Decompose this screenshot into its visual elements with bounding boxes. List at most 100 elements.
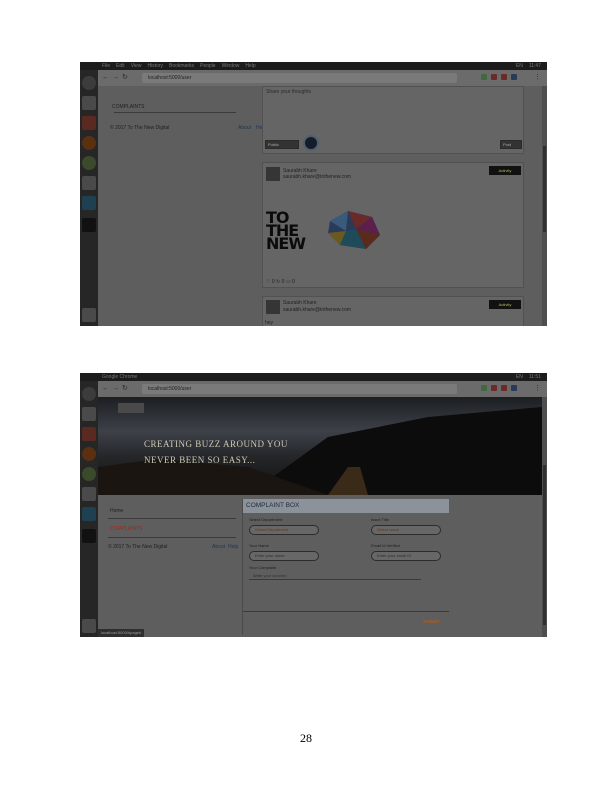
screenshot-complaint-box: Google Chrome EN 11:51 ← → ↻ localhost:50… bbox=[80, 373, 547, 637]
about-link[interactable]: About bbox=[238, 125, 251, 131]
firefox-icon[interactable] bbox=[82, 136, 96, 150]
activity-button[interactable]: Activity bbox=[489, 166, 521, 175]
window-title: Google Chrome bbox=[102, 374, 138, 380]
back-icon[interactable]: ← bbox=[102, 72, 109, 84]
browser-toolbar: ← → ↻ localhost:5000/user ⋮ bbox=[98, 70, 547, 86]
geometric-logo-icon bbox=[328, 211, 380, 249]
dash-icon[interactable] bbox=[82, 76, 96, 90]
dash-icon[interactable] bbox=[82, 387, 96, 401]
comment-icon[interactable]: ▭ bbox=[286, 279, 291, 285]
forward-icon[interactable]: → bbox=[112, 383, 119, 395]
complaint-label: Your Complaint bbox=[249, 565, 277, 570]
menu-icon[interactable]: ⋮ bbox=[534, 72, 541, 84]
browser-toolbar: ← → ↻ localhost:5000/user ⋮ bbox=[98, 381, 547, 397]
extension-icon[interactable] bbox=[491, 74, 497, 80]
post-email: saurabh.khare@tothenew.com bbox=[283, 174, 351, 180]
avatar bbox=[266, 167, 280, 181]
menu-icon[interactable]: ⋮ bbox=[534, 383, 541, 395]
sidebar-section-title: COMPLAINTS bbox=[110, 526, 143, 532]
share-thoughts-input[interactable]: Share your thoughts bbox=[266, 89, 311, 95]
logo-line: NEW bbox=[266, 234, 306, 253]
webstorm-icon[interactable] bbox=[82, 507, 96, 521]
extension-icon[interactable] bbox=[481, 74, 487, 80]
address-bar[interactable]: localhost:5000/user bbox=[142, 73, 457, 83]
settings-icon[interactable] bbox=[82, 176, 96, 190]
department-select[interactable]: Select Department bbox=[249, 525, 319, 535]
name-input[interactable]: Enter your name bbox=[249, 551, 319, 561]
extension-icon[interactable] bbox=[501, 74, 507, 80]
complaint-textarea[interactable]: Write your concern bbox=[253, 573, 287, 578]
reload-icon[interactable]: ↻ bbox=[122, 72, 128, 84]
hero-tagline: NEVER BEEN SO EASY... bbox=[144, 455, 256, 465]
email-label: Email Id Verified bbox=[371, 543, 400, 548]
scrollbar-thumb[interactable] bbox=[543, 465, 546, 625]
system-menu-bar: File Edit View History Bookmarks People Window… bbox=[80, 62, 547, 70]
extension-icon[interactable] bbox=[511, 74, 517, 80]
divider bbox=[243, 611, 449, 612]
sidebar-copyright: © 2017 To The New Digital bbox=[108, 544, 168, 550]
screenshot-user-feed: File Edit View History Bookmarks People Window… bbox=[80, 62, 547, 326]
divider bbox=[108, 537, 236, 538]
trash-icon[interactable] bbox=[82, 619, 96, 633]
issue-title-select[interactable]: Select Issue bbox=[371, 525, 441, 535]
status-bar: localhost:5000/#page# bbox=[98, 629, 145, 637]
sidebar-home[interactable]: Home bbox=[110, 508, 123, 514]
feed-post: Saurabh Khare saurabh.khare@tothenew.com… bbox=[262, 162, 524, 288]
activity-button[interactable]: Activity bbox=[489, 300, 521, 309]
settings-icon[interactable] bbox=[82, 487, 96, 501]
issue-title-label: Issue Title bbox=[371, 517, 390, 522]
app-launcher bbox=[80, 70, 98, 326]
page-number: 28 bbox=[300, 731, 312, 745]
webstorm-icon[interactable] bbox=[82, 196, 96, 210]
avatar bbox=[266, 300, 280, 314]
like-icon[interactable]: ♡ bbox=[266, 279, 270, 285]
address-bar[interactable]: localhost:5000/user bbox=[142, 384, 457, 394]
post-author[interactable]: Saurabh Khare bbox=[283, 300, 317, 306]
chrome-icon[interactable] bbox=[82, 467, 96, 481]
firefox-icon[interactable] bbox=[82, 447, 96, 461]
trash-icon[interactable] bbox=[82, 308, 96, 322]
forward-icon[interactable]: → bbox=[112, 72, 119, 84]
visibility-select[interactable]: Public bbox=[265, 140, 299, 149]
about-link[interactable]: About bbox=[212, 544, 225, 550]
terminal-icon[interactable] bbox=[82, 529, 96, 543]
rhythmbox-icon[interactable] bbox=[82, 116, 96, 130]
extension-icon[interactable] bbox=[481, 385, 487, 391]
feed-post: Saurabh Khare saurabh.khare@tothenew.com… bbox=[262, 296, 524, 326]
scrollbar[interactable] bbox=[542, 397, 547, 637]
scrollbar[interactable] bbox=[542, 86, 547, 326]
extension-icon[interactable] bbox=[511, 385, 517, 391]
extension-icon[interactable] bbox=[501, 385, 507, 391]
files-icon[interactable] bbox=[82, 407, 96, 421]
sidebar-section-title: COMPLAINTS bbox=[112, 104, 145, 110]
post-button[interactable]: Post bbox=[500, 140, 522, 149]
system-menu-bar: Google Chrome EN 11:51 bbox=[80, 373, 547, 381]
app-launcher bbox=[80, 381, 98, 637]
post-composer: Share your thoughts Public Post bbox=[262, 86, 524, 154]
complaint-box-title: COMPLAINT BOX bbox=[243, 499, 449, 513]
scrollbar-thumb[interactable] bbox=[543, 146, 546, 232]
hero-banner: CREATING BUZZ AROUND YOU NEVER BEEN SO E… bbox=[98, 397, 542, 495]
reload-icon[interactable]: ↻ bbox=[122, 383, 128, 395]
hero-tagline: CREATING BUZZ AROUND YOU bbox=[144, 439, 288, 449]
help-link[interactable]: Help bbox=[228, 544, 238, 550]
email-input[interactable]: Enter your email ID bbox=[371, 551, 441, 561]
post-email: saurabh.khare@tothenew.com bbox=[283, 307, 351, 313]
department-label: Select Department bbox=[249, 517, 283, 522]
submit-button[interactable]: SUBMIT bbox=[423, 619, 440, 624]
extension-icon[interactable] bbox=[491, 385, 497, 391]
post-stats: ♡ 0 ↻ 0 ▭ 0 bbox=[266, 279, 295, 285]
divider bbox=[108, 518, 236, 519]
page-viewport: COMPLAINTS © 2017 To The New Digital Abo… bbox=[98, 86, 547, 326]
back-icon[interactable]: ← bbox=[102, 383, 109, 395]
terminal-icon[interactable] bbox=[82, 218, 96, 232]
files-icon[interactable] bbox=[82, 96, 96, 110]
post-body: hey bbox=[265, 320, 274, 326]
sidebar-copyright: © 2017 To The New Digital bbox=[110, 125, 170, 131]
complaint-form: COMPLAINT BOX Select Department Select D… bbox=[242, 499, 449, 635]
share-icon[interactable]: ↻ bbox=[276, 279, 280, 285]
name-label: Your Name bbox=[249, 543, 269, 548]
chrome-icon[interactable] bbox=[82, 156, 96, 170]
camera-icon[interactable] bbox=[303, 135, 319, 151]
rhythmbox-icon[interactable] bbox=[82, 427, 96, 441]
